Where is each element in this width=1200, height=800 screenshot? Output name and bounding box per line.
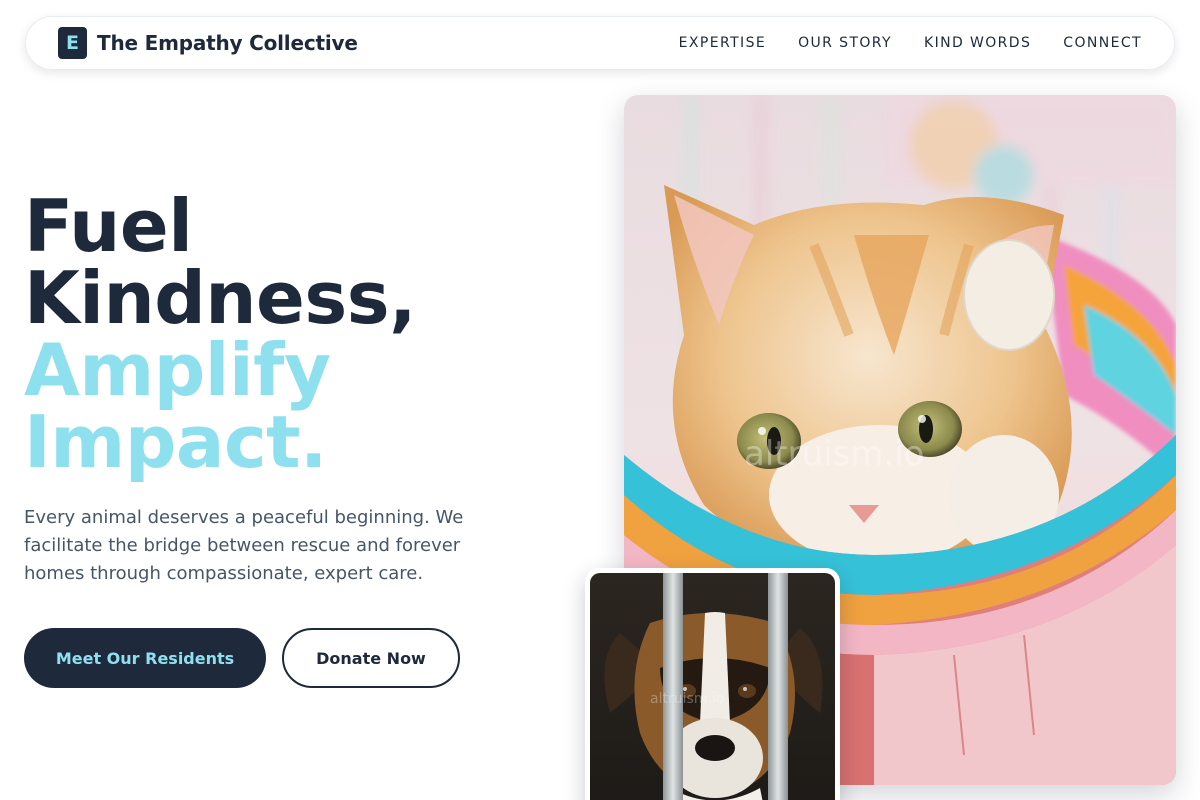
brand-link[interactable]: E The Empathy Collective xyxy=(58,27,358,59)
dog-illustration: altruism.io xyxy=(590,573,835,800)
hero-lead-text: Every animal deserves a peaceful beginni… xyxy=(24,507,464,584)
dog-watermark: altruism.io xyxy=(650,691,724,707)
brand-logo-icon: E xyxy=(58,27,87,59)
nav-link-connect[interactable]: CONNECT xyxy=(1063,35,1142,51)
top-navbar: E The Empathy Collective EXPERTISE OUR S… xyxy=(25,16,1175,70)
dog-photo-card: altruism.io xyxy=(585,568,840,800)
meet-our-residents-button[interactable]: Meet Our Residents xyxy=(24,628,266,688)
headline-line-1: Fuel xyxy=(24,184,193,268)
headline-line-2: Kindness, xyxy=(24,256,416,340)
headline-accent-line-1: Amplify xyxy=(24,328,331,412)
kitten-watermark: altruism.io xyxy=(744,434,924,474)
brand-name: The Empathy Collective xyxy=(97,31,358,55)
landing-page: E The Empathy Collective EXPERTISE OUR S… xyxy=(0,0,1200,800)
hero-headline: Fuel Kindness, Amplify Impact. xyxy=(24,190,416,478)
donate-now-button[interactable]: Donate Now xyxy=(282,628,460,688)
nav-link-kind-words[interactable]: KIND WORDS xyxy=(924,35,1031,51)
nav-link-our-story[interactable]: OUR STORY xyxy=(798,35,892,51)
headline-accent-line-2: Impact. xyxy=(24,400,327,484)
main-nav: EXPERTISE OUR STORY KIND WORDS CONNECT xyxy=(679,35,1142,51)
dog-photo: altruism.io xyxy=(590,573,835,800)
nav-link-expertise[interactable]: EXPERTISE xyxy=(679,35,766,51)
